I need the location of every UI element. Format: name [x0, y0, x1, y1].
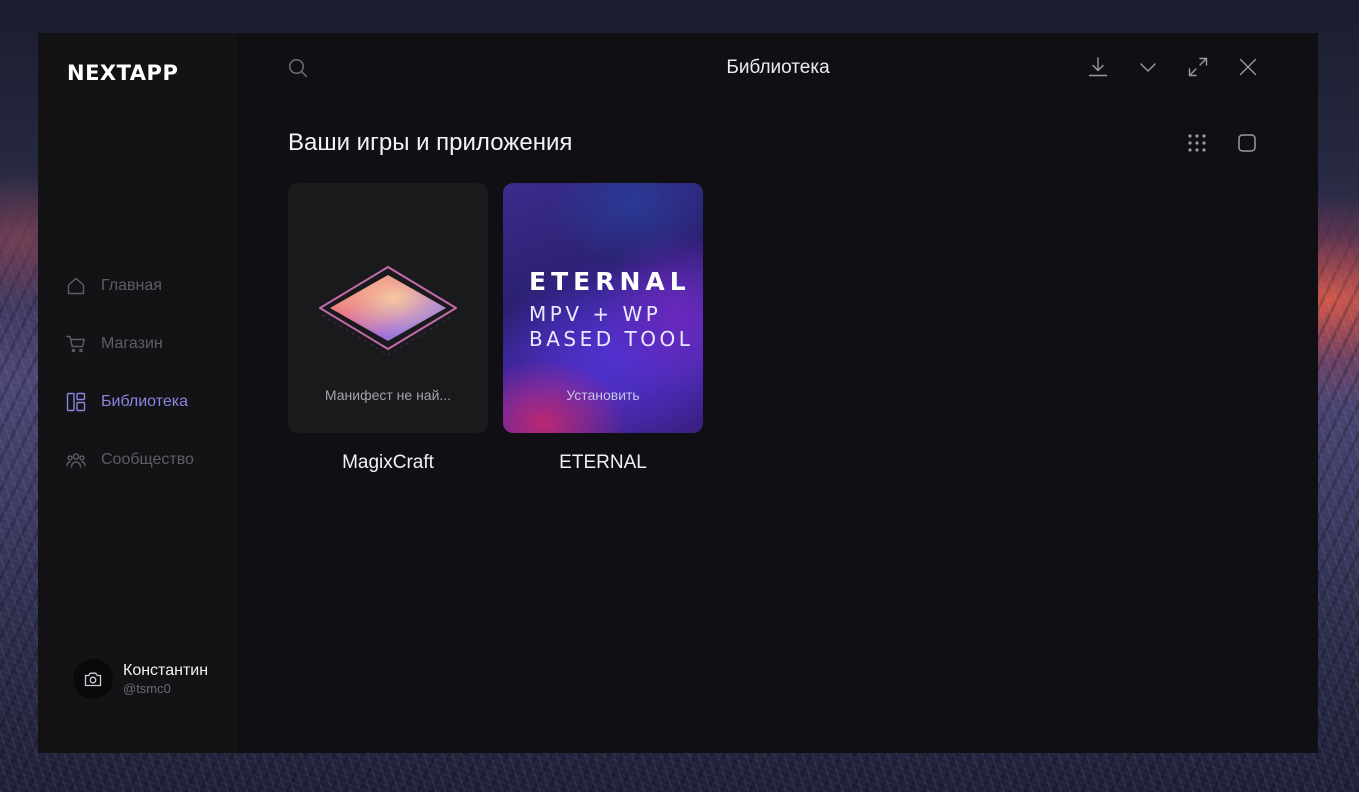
game-title: MagixCraft	[342, 452, 434, 473]
sidebar-item-label: Сообщество	[101, 451, 194, 468]
magixcraft-cover-art	[319, 266, 457, 356]
sidebar-item-home[interactable]: Главная	[66, 273, 236, 299]
game-cover[interactable]: Манифест не най...	[288, 183, 488, 433]
game-card-magixcraft[interactable]: Манифест не най... MagixCraft	[288, 183, 488, 474]
app-window: NEXTAPP Главная Магазин Библиотека Сообщ…	[38, 33, 1318, 753]
game-status: Манифест не най...	[324, 387, 452, 403]
single-view-icon[interactable]	[1236, 132, 1258, 154]
download-icon[interactable]	[1086, 55, 1110, 79]
cover-title: ETERNAL	[529, 267, 691, 296]
chevron-down-icon[interactable]	[1136, 55, 1160, 79]
camera-icon	[84, 672, 102, 687]
game-title: ETERNAL	[559, 452, 647, 473]
user-profile[interactable]: Константин @tsmc0	[73, 658, 233, 700]
cover-subtitle: MPV + WP BASED TOOL	[529, 302, 694, 351]
sidebar-item-community[interactable]: Сообщество	[66, 447, 236, 473]
community-icon	[66, 453, 86, 468]
sidebar-item-label: Главная	[101, 277, 162, 294]
window-title: Библиотека	[726, 57, 830, 78]
library-icon	[66, 392, 86, 412]
install-button[interactable]: Установить	[503, 387, 703, 403]
grid-view-icon[interactable]	[1186, 132, 1208, 154]
page-title: Ваши игры и приложения	[288, 129, 573, 156]
expand-icon[interactable]	[1186, 55, 1210, 79]
close-icon[interactable]	[1236, 55, 1260, 79]
sidebar-item-library[interactable]: Библиотека	[66, 389, 236, 415]
user-name: Константин	[123, 662, 209, 679]
home-icon	[67, 277, 85, 295]
game-cover[interactable]: ETERNAL MPV + WP BASED TOOL Установить	[503, 183, 703, 433]
game-card-eternal[interactable]: ETERNAL MPV + WP BASED TOOL Установить E…	[503, 183, 703, 474]
user-handle: @tsmc0	[123, 681, 171, 696]
cart-icon	[66, 335, 85, 353]
sidebar-item-label: Магазин	[101, 335, 163, 352]
avatar[interactable]	[73, 659, 113, 699]
sidebar: NEXTAPP Главная Магазин Библиотека Сообщ…	[38, 33, 238, 753]
app-logo: NEXTAPP	[67, 61, 179, 85]
sidebar-item-store[interactable]: Магазин	[66, 331, 236, 357]
search-icon[interactable]	[287, 57, 309, 79]
sidebar-item-label: Библиотека	[101, 393, 188, 410]
